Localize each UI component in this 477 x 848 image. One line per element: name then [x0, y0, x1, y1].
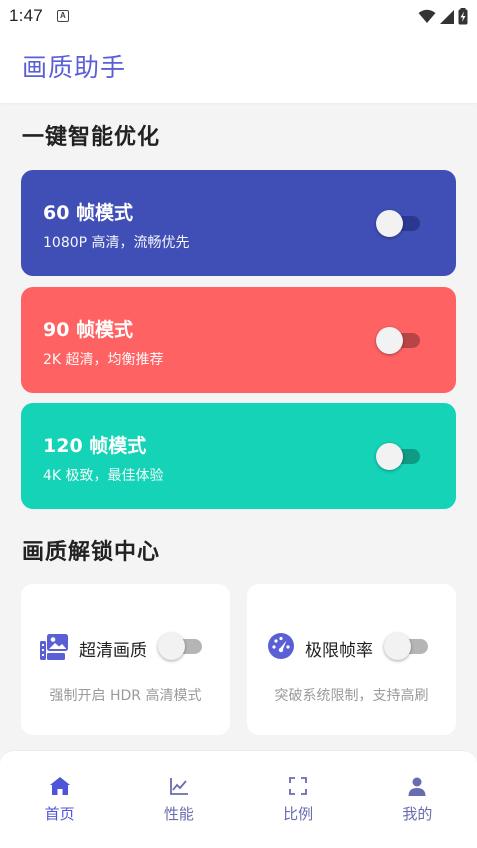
battery-charging-icon: [458, 7, 468, 24]
chart-line-icon: [169, 778, 188, 795]
mode-name: 60 帧模式: [43, 202, 134, 224]
nav-item-home[interactable]: 首页: [0, 751, 119, 848]
image-gallery-icon: [40, 634, 68, 660]
section-title-quick-optimize: 一键智能优化: [22, 125, 161, 150]
status-bar: 1:47 A: [0, 0, 477, 32]
status-icons: [418, 7, 468, 25]
extreme-fps-toggle[interactable]: [384, 633, 428, 660]
mode-120fps-toggle[interactable]: [376, 443, 420, 470]
toggle-thumb: [376, 210, 403, 237]
mode-card-60fps[interactable]: 60 帧模式 1080P 高清，流畅优先: [21, 170, 456, 276]
accessibility-notification-icon: A: [56, 10, 69, 22]
nav-label: 比例: [283, 805, 314, 823]
mode-90fps-toggle[interactable]: [376, 327, 420, 354]
feature-description: 强制开启 HDR 高清模式: [49, 688, 202, 704]
mode-name: 90 帧模式: [43, 319, 134, 341]
mode-card-120fps[interactable]: 120 帧模式 4K 极致，最佳体验: [21, 403, 456, 509]
wifi-icon: [418, 9, 436, 23]
person-icon: [408, 777, 426, 796]
home-icon: [49, 777, 70, 795]
mode-description: 1080P 高清，流畅优先: [43, 235, 190, 251]
signal-icon: [440, 9, 454, 24]
nav-label: 我的: [402, 805, 433, 823]
mode-name: 120 帧模式: [43, 435, 147, 457]
feature-card-extreme-fps[interactable]: 极限帧率 突破系统限制，支持高刷: [247, 584, 456, 735]
speedometer-icon: [268, 633, 294, 659]
nav-item-ratio[interactable]: 比例: [239, 751, 358, 848]
mode-card-90fps[interactable]: 90 帧模式 2K 超清，均衡推荐: [21, 287, 456, 393]
nav-label: 首页: [44, 805, 75, 823]
feature-label: 极限帧率: [305, 641, 373, 661]
nav-item-performance[interactable]: 性能: [119, 751, 238, 848]
app-title: 画质助手: [22, 53, 127, 82]
ultra-hd-toggle[interactable]: [158, 633, 202, 660]
toggle-thumb: [376, 327, 403, 354]
status-time: 1:47: [9, 6, 43, 25]
nav-item-mine[interactable]: 我的: [358, 751, 477, 848]
feature-card-ultra-hd[interactable]: 超清画质 强制开启 HDR 高清模式: [21, 584, 230, 735]
toggle-thumb: [376, 443, 403, 470]
app-bar: 画质助手: [0, 32, 477, 103]
feature-label: 超清画质: [79, 641, 147, 661]
feature-description: 突破系统限制，支持高刷: [274, 688, 429, 704]
toggle-thumb: [384, 633, 411, 660]
toggle-thumb: [158, 633, 185, 660]
bottom-navigation: 首页 性能 比例 我的: [0, 750, 477, 848]
section-title-unlock-center: 画质解锁中心: [22, 540, 161, 565]
mode-60fps-toggle[interactable]: [376, 210, 420, 237]
mode-description: 4K 极致，最佳体验: [43, 468, 164, 484]
nav-label: 性能: [163, 805, 194, 823]
fullscreen-icon: [289, 777, 308, 795]
mode-description: 2K 超清，均衡推荐: [43, 352, 164, 368]
